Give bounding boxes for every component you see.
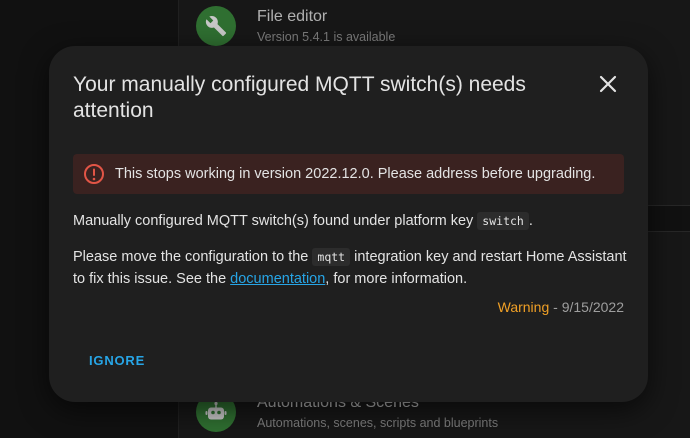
text: . xyxy=(528,213,533,229)
ignore-button[interactable]: IGNORE xyxy=(77,348,157,372)
severity-label: Warning xyxy=(497,299,550,315)
repair-dialog: Your manually configured MQTT switch(s) … xyxy=(49,46,648,402)
close-icon xyxy=(599,75,617,93)
issue-meta: Warning - 9/15/2022 xyxy=(498,299,624,315)
issue-description: Manually configured MQTT switch(s) found… xyxy=(73,210,633,232)
dialog-title: Your manually configured MQTT switch(s) … xyxy=(73,73,526,122)
text: Please move the configuration to the xyxy=(73,249,309,265)
code-integration-key: mqtt xyxy=(312,248,351,266)
text: , for more information. xyxy=(325,271,468,287)
error-circle-icon xyxy=(84,164,104,184)
close-button[interactable] xyxy=(590,66,626,102)
alert-text: This stops working in version 2022.12.0.… xyxy=(115,166,596,182)
issue-date: 9/15/2022 xyxy=(561,299,624,315)
meta-separator: - xyxy=(549,299,562,315)
documentation-link[interactable]: documentation xyxy=(230,271,325,287)
fix-instructions: Please move the configuration to the mqt… xyxy=(73,246,633,290)
warning-alert: This stops working in version 2022.12.0.… xyxy=(73,154,624,194)
text: Manually configured MQTT switch(s) found… xyxy=(73,213,474,229)
code-platform-key: switch xyxy=(477,212,529,230)
